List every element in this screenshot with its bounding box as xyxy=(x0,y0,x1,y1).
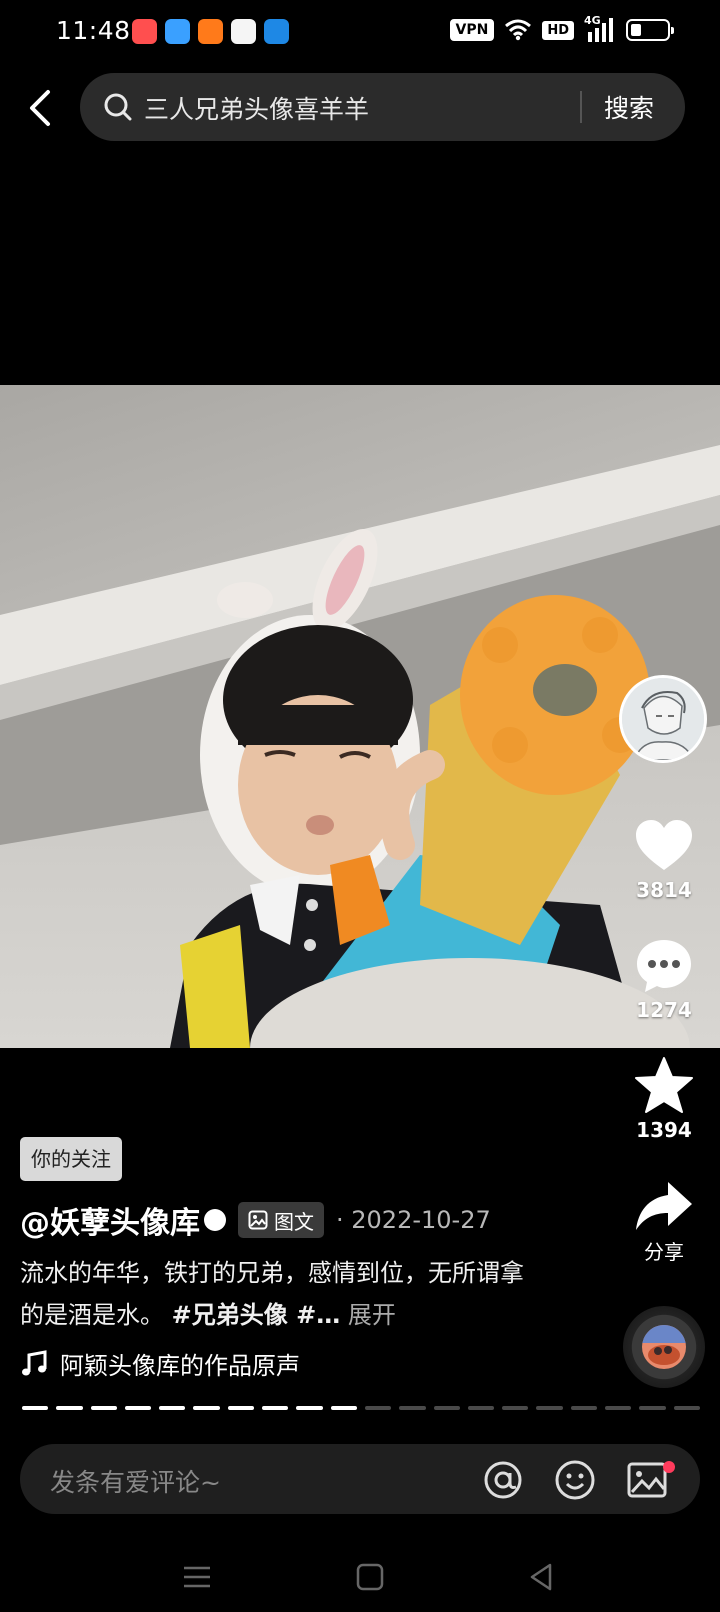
avatar-image xyxy=(622,678,704,760)
video-app-icon xyxy=(264,19,289,44)
star-icon[interactable] xyxy=(634,1056,694,1114)
cellular-signal-icon: 4G xyxy=(584,14,616,42)
progress-segment xyxy=(433,1406,460,1410)
post-date: · 2022-10-27 xyxy=(336,1206,491,1234)
progress-segment xyxy=(330,1406,357,1410)
comment-bar[interactable]: 发条有爱评论~ xyxy=(20,1444,700,1514)
music-cover xyxy=(642,1325,686,1369)
wifi-icon xyxy=(505,19,532,41)
post-type-label: 图文 xyxy=(274,1209,314,1234)
search-input[interactable]: 三人兄弟头像喜羊羊 xyxy=(144,90,369,126)
music-title: 阿颖头像库的作品原声 xyxy=(60,1352,300,1380)
back-button[interactable] xyxy=(22,86,58,130)
progress-segment xyxy=(22,1406,49,1410)
vpn-badge: VPN xyxy=(449,19,495,41)
comment-count: 1274 xyxy=(636,998,692,1022)
progress-segment xyxy=(193,1406,220,1410)
share-icon[interactable] xyxy=(634,1180,694,1232)
progress-segment xyxy=(262,1406,289,1410)
progress-segment xyxy=(605,1406,632,1410)
post-image[interactable] xyxy=(0,385,720,1048)
follow-tag: 你的关注 xyxy=(20,1137,122,1181)
progress-segment xyxy=(570,1406,598,1410)
search-icon xyxy=(104,93,132,121)
home-nav-icon[interactable] xyxy=(353,1560,387,1594)
progress-segment xyxy=(227,1406,255,1410)
search-divider xyxy=(580,91,582,123)
progress-segment xyxy=(90,1406,117,1410)
system-nav-bar xyxy=(0,1540,720,1612)
notification-dot xyxy=(663,1461,675,1473)
music-note-icon xyxy=(22,1349,47,1375)
expand-button[interactable]: 展开 xyxy=(348,1301,396,1329)
progress-segment xyxy=(159,1406,186,1410)
progress-segment xyxy=(399,1406,426,1410)
progress-segment xyxy=(467,1406,495,1410)
progress-segment xyxy=(502,1406,529,1410)
comment-icon[interactable] xyxy=(635,938,693,994)
music-app-icon xyxy=(132,19,157,44)
favorite-count: 1394 xyxy=(636,1118,692,1142)
emoji-icon[interactable] xyxy=(554,1459,596,1501)
comment-input[interactable]: 发条有爱评论~ xyxy=(50,1463,221,1499)
comment-action[interactable]: 1274 xyxy=(624,938,704,1022)
like-count: 3814 xyxy=(636,878,692,902)
search-button[interactable]: 搜索 xyxy=(604,89,654,125)
progress-segment xyxy=(364,1406,392,1410)
back-nav-icon[interactable] xyxy=(524,1560,558,1594)
author-name[interactable]: @妖孽头像库 xyxy=(20,1198,200,1242)
chat-app-icon xyxy=(231,19,256,44)
author-row: @妖孽头像库 图文 · 2022-10-27 xyxy=(20,1198,491,1242)
progress-segment xyxy=(673,1406,700,1410)
like-action[interactable]: 3814 xyxy=(624,818,704,902)
notification-app-icons xyxy=(132,19,289,44)
system-icons: VPN HD 4G xyxy=(449,14,674,42)
status-bar: 11:48 VPN HD 4G xyxy=(0,0,720,64)
post-description[interactable]: 流水的年华，铁打的兄弟，感情到位，无所谓拿的是酒是水。 #兄弟头像 #… 展开 xyxy=(20,1252,540,1336)
search-bar[interactable]: 三人兄弟头像喜羊羊 搜索 xyxy=(80,73,685,141)
verified-badge xyxy=(204,1209,226,1231)
progress-segment xyxy=(536,1406,563,1410)
browser-app-icon xyxy=(165,19,190,44)
image-icon[interactable] xyxy=(626,1459,668,1501)
image-progress-indicator xyxy=(22,1406,700,1410)
at-icon[interactable] xyxy=(482,1459,524,1501)
progress-segment xyxy=(56,1406,83,1410)
progress-segment xyxy=(124,1406,152,1410)
progress-segment xyxy=(639,1406,666,1410)
image-post-icon xyxy=(248,1210,268,1230)
music-row[interactable]: 阿颖头像库的作品原声 xyxy=(20,1346,300,1381)
heart-icon[interactable] xyxy=(634,818,694,874)
music-disc[interactable] xyxy=(623,1306,705,1388)
favorite-action[interactable]: 1394 xyxy=(624,1056,704,1142)
progress-segment xyxy=(296,1406,323,1410)
battery-level xyxy=(631,24,641,36)
battery-icon xyxy=(626,19,674,41)
post-type-badge: 图文 xyxy=(238,1202,324,1238)
menu-nav-icon[interactable] xyxy=(180,1560,214,1594)
share-action[interactable]: 分享 xyxy=(624,1180,704,1265)
share-label: 分享 xyxy=(644,1240,684,1264)
status-time: 11:48 xyxy=(56,16,131,45)
author-avatar[interactable] xyxy=(619,675,707,763)
hd-badge: HD xyxy=(542,20,574,40)
hashtag-link[interactable]: #兄弟头像 #… xyxy=(172,1301,341,1329)
social-app-icon xyxy=(198,19,223,44)
